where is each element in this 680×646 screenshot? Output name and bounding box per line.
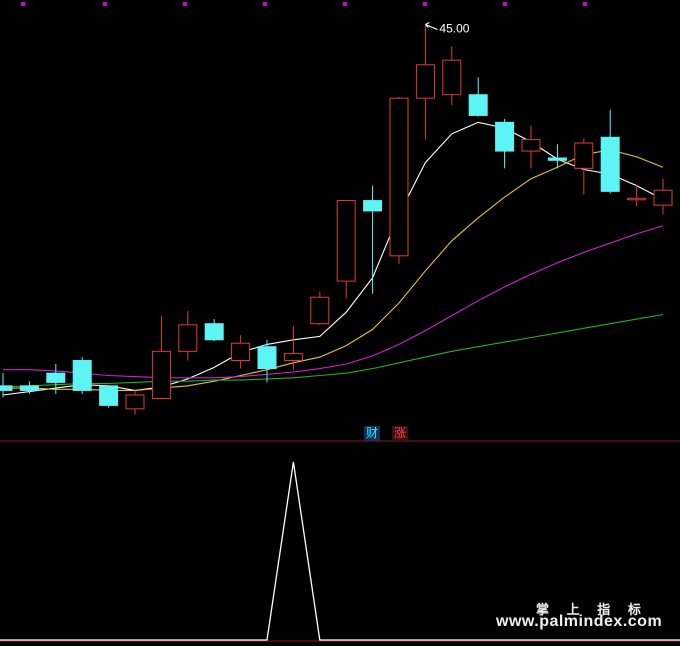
candle-body-up <box>627 197 647 201</box>
candle-body-up <box>151 350 171 399</box>
candle-body-up <box>521 139 541 152</box>
top-marker <box>21 2 25 6</box>
candle-body-up <box>178 324 198 352</box>
top-marker <box>423 2 427 6</box>
top-marker <box>103 2 107 6</box>
chart-background <box>0 0 680 646</box>
candle-body-down <box>204 323 224 341</box>
candle-body-up <box>231 342 251 362</box>
top-marker <box>583 2 587 6</box>
candle <box>72 357 92 394</box>
indicator-label-cai: 财 <box>364 426 380 441</box>
candle-body-down <box>600 136 620 192</box>
candle-body-up <box>336 200 356 282</box>
candle-body-up <box>310 296 330 325</box>
candle-body-down <box>363 200 383 212</box>
candle-body-down <box>257 346 277 370</box>
max-price-label: 45.00 <box>439 22 469 36</box>
candle-body-up <box>653 189 673 206</box>
candle-body-up <box>283 353 303 362</box>
top-marker <box>183 2 187 6</box>
candle-body-up <box>574 142 594 169</box>
top-marker <box>263 2 267 6</box>
watermark-url: www.palmindex.com <box>496 613 663 630</box>
indicator-label-zhang: 涨 <box>392 426 408 441</box>
candle-body-down <box>547 157 567 161</box>
candle-body-down <box>72 360 92 391</box>
candle-body-down <box>46 372 66 383</box>
candle-body-up <box>415 64 435 99</box>
price-chart: 45.00 <box>0 0 680 646</box>
candle-body-down <box>99 385 119 406</box>
candle-body-down <box>495 121 515 152</box>
candle-body-up <box>125 394 145 410</box>
candle <box>389 97 409 264</box>
candle-body-up <box>442 59 462 96</box>
candle-body-up <box>389 97 409 257</box>
top-marker <box>343 2 347 6</box>
top-marker <box>503 2 507 6</box>
candle <box>99 385 119 408</box>
candle-body-down <box>0 385 13 391</box>
candle-body-down <box>19 385 39 391</box>
candle-body-down <box>468 94 488 116</box>
